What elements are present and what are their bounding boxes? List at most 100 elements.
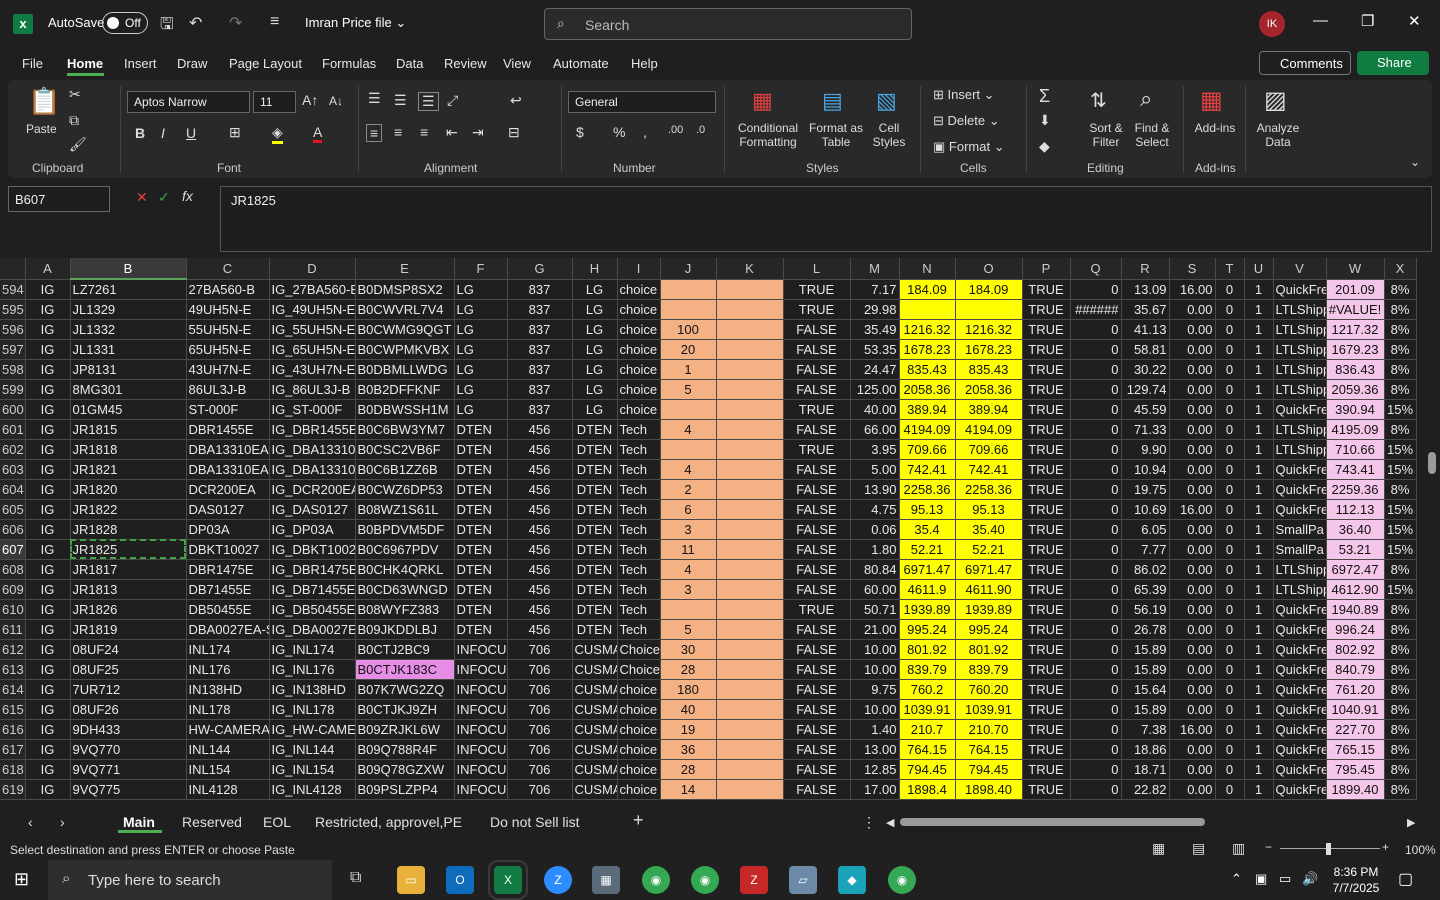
cell[interactable]: FALSE [783,319,851,340]
cell[interactable]: 0 [1070,279,1122,300]
cell[interactable]: DTEN [454,479,508,500]
cell[interactable]: IG_55UH5N-E [269,319,356,340]
cell[interactable]: 1 [660,359,717,380]
zoom-in-icon[interactable]: + [1382,840,1389,854]
cell[interactable]: IG_ST-000F [269,399,356,420]
cell[interactable] [660,599,717,620]
cell[interactable]: B08WZ1S61L [355,499,455,520]
cell[interactable]: IG_43UH7N-E [269,359,356,380]
column-header-g[interactable]: G [507,258,573,280]
cell[interactable]: 4612.90 [1326,579,1385,600]
cell[interactable]: 760.2 [899,679,956,700]
cell[interactable] [716,619,784,640]
cell[interactable]: DCR200EA [186,479,270,500]
cell[interactable]: Tech [617,479,661,500]
cell[interactable]: JR1825 [70,539,187,560]
formula-input[interactable]: JR1825 [220,186,1432,252]
cell[interactable]: TRUE [1022,679,1071,700]
cell[interactable]: QuickFre [1273,399,1327,420]
cell[interactable]: 210.70 [955,719,1023,740]
cell[interactable]: 0 [1215,399,1245,420]
cell[interactable]: choice [617,299,661,320]
cell[interactable]: 0.00 [1169,639,1216,660]
cell[interactable]: 456 [507,599,573,620]
cell[interactable]: 80.84 [850,559,900,580]
cell[interactable]: 65UH5N-E [186,339,270,360]
cell[interactable]: 456 [507,619,573,640]
cell[interactable]: 0 [1070,359,1122,380]
cell[interactable]: 52.21 [899,539,956,560]
column-header-u[interactable]: U [1244,258,1274,280]
cell[interactable]: 184.09 [955,279,1023,300]
cell[interactable]: B09ZRJKL6W [355,719,455,740]
row-header[interactable]: 599 [0,379,26,400]
cell[interactable]: B0CTJ2BC9 [355,639,455,660]
font-size-dropdown[interactable]: 11 [253,91,296,113]
cell[interactable]: 0.00 [1169,459,1216,480]
ribbon-collapse-icon[interactable]: ⌄ [1410,155,1420,169]
cell[interactable]: DTEN [454,539,508,560]
cell[interactable]: 9.75 [850,679,900,700]
cell[interactable]: 8MG301 [70,379,187,400]
cell[interactable]: CUSMAN [572,639,618,660]
cell[interactable] [660,299,717,320]
cell[interactable]: 0 [1215,419,1245,440]
cell[interactable]: LG [572,339,618,360]
cell[interactable]: 53.21 [1326,539,1385,560]
cell[interactable]: 8% [1384,699,1417,720]
cell[interactable]: INL174 [186,639,270,660]
cell[interactable]: 0.00 [1169,379,1216,400]
cell[interactable]: ###### [1070,299,1122,320]
decrease-indent-icon[interactable]: ⇤ [446,124,458,141]
cell[interactable]: 0.00 [1169,339,1216,360]
cell[interactable]: Choice [617,659,661,680]
row-header[interactable]: 598 [0,359,26,380]
cell[interactable]: FALSE [783,539,851,560]
cell[interactable]: 709.66 [955,439,1023,460]
cell[interactable]: 8% [1384,659,1417,680]
network-icon[interactable]: ▭ [1279,871,1291,887]
cell[interactable]: 0 [1215,719,1245,740]
row-header[interactable]: 600 [0,399,26,420]
cell[interactable]: INL176 [186,659,270,680]
cell[interactable]: 0 [1215,299,1245,320]
cell[interactable]: 7.17 [850,279,900,300]
filezilla-icon[interactable]: Z [740,866,768,894]
cell[interactable]: IG_IN138HD [269,679,356,700]
cell[interactable]: 0 [1070,559,1122,580]
cell[interactable]: 15.89 [1121,699,1170,720]
cell[interactable]: 1216.32 [955,319,1023,340]
cell[interactable]: JR1822 [70,499,187,520]
cell[interactable]: 08UF26 [70,699,187,720]
cell[interactable]: 0 [1070,519,1122,540]
cell[interactable]: ST-000F [186,399,270,420]
cell[interactable]: 0 [1215,479,1245,500]
cell[interactable]: 36.40 [1326,519,1385,540]
cell[interactable]: QuickFre [1273,499,1327,520]
find-select-icon[interactable]: ⌕ [1140,86,1152,112]
cell[interactable]: 71.33 [1121,419,1170,440]
cell[interactable]: 50.71 [850,599,900,620]
insert-function-icon[interactable]: fx [182,188,193,204]
cell[interactable]: 15.64 [1121,679,1170,700]
cell[interactable]: 706 [507,779,573,800]
cell[interactable]: 4 [660,459,717,480]
cell[interactable]: Tech [617,579,661,600]
cell[interactable]: TRUE [1022,519,1071,540]
calculator-icon[interactable]: ▦ [592,866,620,894]
cell[interactable]: 2059.36 [1326,379,1385,400]
cell[interactable]: CUSMAN [572,739,618,760]
cell[interactable]: QuickFre [1273,699,1327,720]
cell[interactable]: DTEN [572,539,618,560]
cell[interactable]: IG [25,319,71,340]
cell[interactable]: DBR1475E [186,559,270,580]
row-header[interactable]: 603 [0,459,26,480]
cell[interactable] [716,559,784,580]
cell[interactable]: 20 [660,339,717,360]
column-header-x[interactable]: X [1384,258,1417,280]
cell[interactable]: 0.00 [1169,399,1216,420]
cell[interactable]: 1 [1244,639,1274,660]
cell[interactable]: IG_HW-CAMER [269,719,356,740]
cell[interactable]: 1 [1244,559,1274,580]
cell[interactable]: TRUE [1022,419,1071,440]
